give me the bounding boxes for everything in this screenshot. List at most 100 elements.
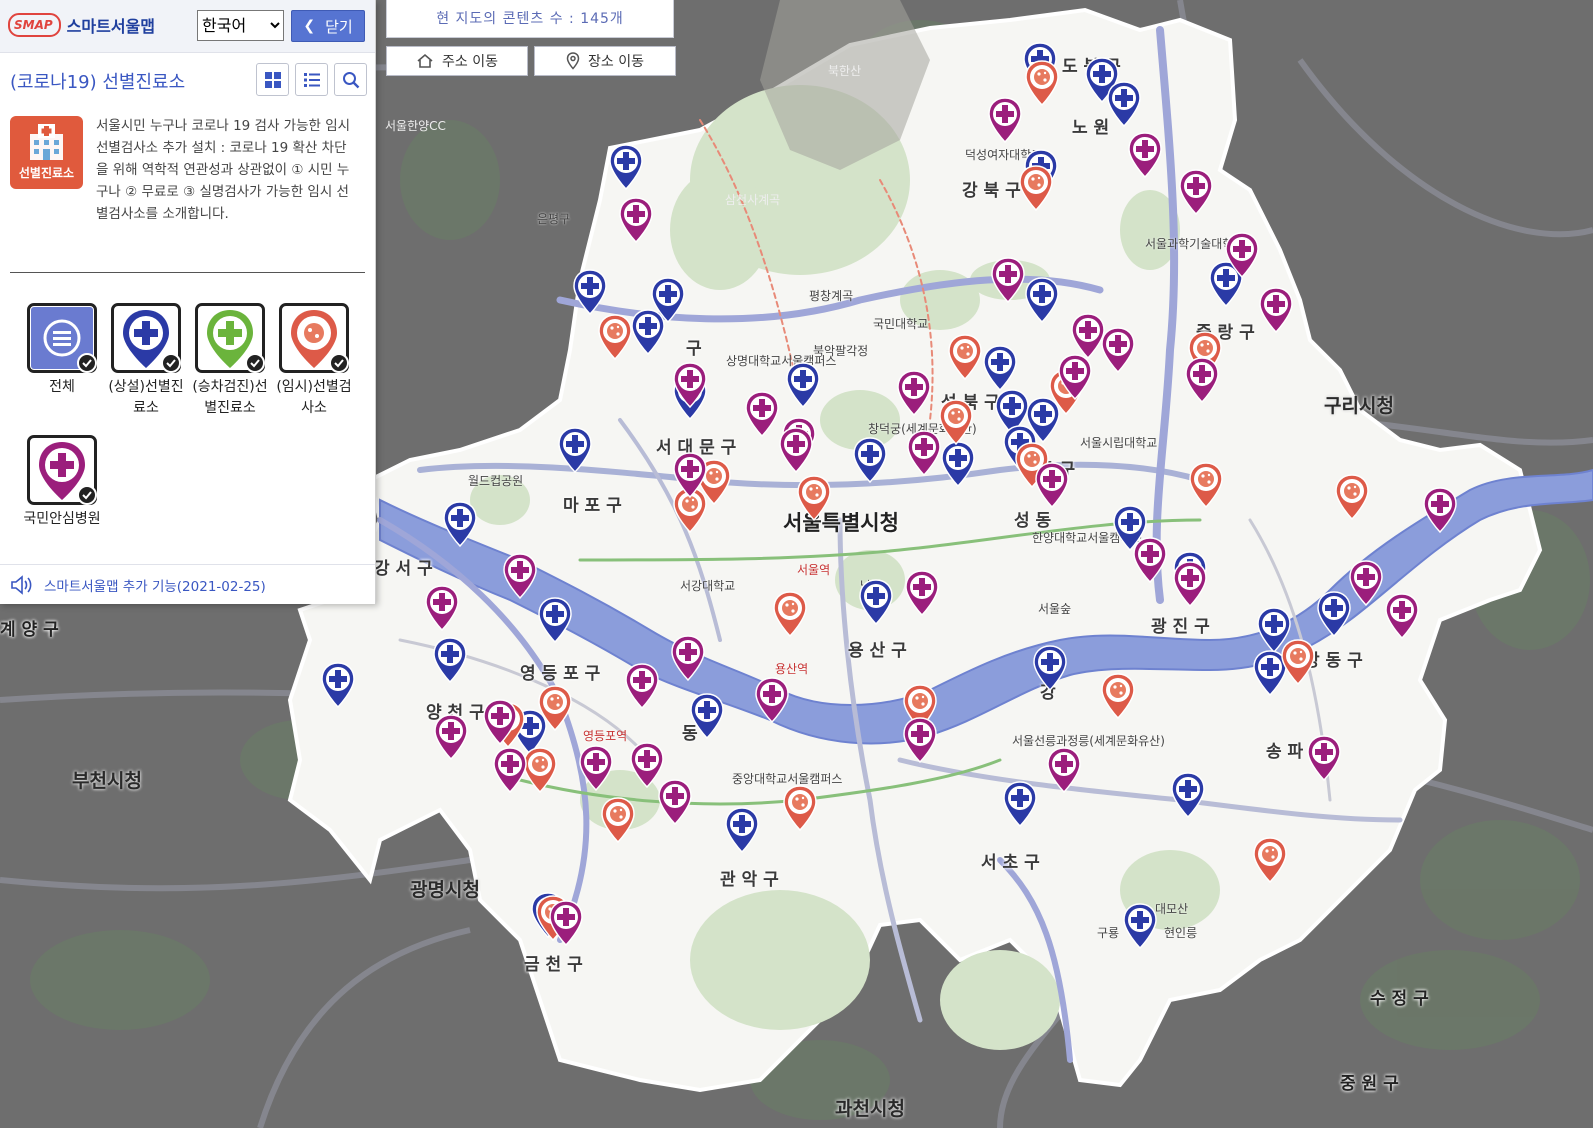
safe-hospital-marker[interactable] bbox=[669, 634, 707, 682]
poi-label: 서울숲 bbox=[1038, 602, 1072, 616]
safe-hospital-marker[interactable] bbox=[1177, 168, 1215, 216]
temp-testing-site-marker[interactable] bbox=[536, 684, 574, 732]
clinic-marker[interactable] bbox=[1121, 902, 1159, 950]
safe-hospital-marker[interactable] bbox=[481, 698, 519, 746]
safe-hospital-marker[interactable] bbox=[1257, 286, 1295, 334]
temp-testing-site-marker[interactable] bbox=[596, 313, 634, 361]
check-icon bbox=[161, 353, 181, 373]
temp-testing-site-marker[interactable] bbox=[1251, 836, 1289, 884]
safe-hospital-marker[interactable] bbox=[777, 426, 815, 474]
safe-hospital-marker[interactable] bbox=[901, 716, 939, 764]
clinic-marker[interactable] bbox=[688, 692, 726, 740]
temp-testing-site-marker[interactable] bbox=[771, 590, 809, 638]
safe-hospital-marker[interactable] bbox=[617, 196, 655, 244]
safe-hospital-marker[interactable] bbox=[1223, 231, 1261, 279]
chevron-left-icon: ❮ bbox=[303, 18, 316, 34]
safe-hospital-marker[interactable] bbox=[577, 744, 615, 792]
temp-testing-site-marker[interactable] bbox=[599, 796, 637, 844]
clinic-marker[interactable] bbox=[1105, 80, 1143, 128]
safe-hospital-marker[interactable] bbox=[753, 676, 791, 724]
clinic-marker[interactable] bbox=[629, 308, 667, 356]
temp-testing-site-marker[interactable] bbox=[1023, 59, 1061, 107]
clinic-marker[interactable] bbox=[431, 636, 469, 684]
safe-hospital-marker[interactable] bbox=[1033, 461, 1071, 509]
category-icon-label: 선별진료소 bbox=[18, 166, 75, 180]
safe-hospital-marker[interactable] bbox=[1099, 326, 1137, 374]
clinic-marker[interactable] bbox=[571, 268, 609, 316]
clinic-marker[interactable] bbox=[1023, 276, 1061, 324]
clinic-marker[interactable] bbox=[723, 806, 761, 854]
filter-temp-testing-site[interactable]: (임시)선별검사소 bbox=[274, 303, 354, 419]
language-select[interactable]: 한국어 bbox=[197, 10, 284, 41]
clinic-marker[interactable] bbox=[784, 361, 822, 409]
safe-hospital-marker[interactable] bbox=[1421, 486, 1459, 534]
filter-all-icon bbox=[27, 303, 97, 373]
safe-hospital-marker[interactable] bbox=[671, 361, 709, 409]
clinic-marker[interactable] bbox=[1031, 644, 1069, 692]
clinic-marker[interactable] bbox=[556, 426, 594, 474]
poi-label: 삼천사계곡 bbox=[725, 193, 781, 207]
city-label: 구리시청 bbox=[1324, 395, 1394, 417]
safe-hospital-marker[interactable] bbox=[547, 899, 585, 947]
filter-drive-through-clinic[interactable]: (승차검진)선별진료소 bbox=[190, 303, 270, 419]
safe-hospital-marker[interactable] bbox=[1056, 353, 1094, 401]
home-icon bbox=[417, 53, 433, 68]
grid-view-button[interactable] bbox=[256, 63, 289, 96]
list-view-button[interactable] bbox=[295, 63, 328, 96]
safe-hospital-marker[interactable] bbox=[491, 746, 529, 794]
notice-bar[interactable]: 스마트서울맵 추가 기능(2021-02-25) bbox=[0, 564, 375, 604]
clinic-marker[interactable] bbox=[981, 344, 1019, 392]
temp-testing-site-marker[interactable] bbox=[1333, 473, 1371, 521]
filter-safe-hospital-icon bbox=[27, 435, 97, 505]
clinic-marker[interactable] bbox=[1169, 771, 1207, 819]
temp-testing-site-marker[interactable] bbox=[1187, 461, 1225, 509]
clinic-marker[interactable] bbox=[939, 440, 977, 488]
clinic-marker[interactable] bbox=[851, 436, 889, 484]
safe-hospital-marker[interactable] bbox=[1347, 559, 1385, 607]
safe-hospital-marker[interactable] bbox=[1171, 560, 1209, 608]
safe-hospital-marker[interactable] bbox=[432, 713, 470, 761]
clinic-marker[interactable] bbox=[319, 661, 357, 709]
app-name: 스마트서울맵 bbox=[66, 17, 155, 36]
safe-hospital-marker[interactable] bbox=[903, 569, 941, 617]
safe-hospital-marker[interactable] bbox=[671, 451, 709, 499]
safe-hospital-marker[interactable] bbox=[1045, 746, 1083, 794]
temp-testing-site-marker[interactable] bbox=[1099, 672, 1137, 720]
poi-label: 평창계곡 bbox=[809, 289, 854, 303]
temp-testing-site-marker[interactable] bbox=[795, 474, 833, 522]
safe-hospital-marker[interactable] bbox=[905, 429, 943, 477]
temp-testing-site-marker[interactable] bbox=[1279, 638, 1317, 686]
app-logo[interactable]: SMAP 스마트서울맵 bbox=[8, 13, 155, 37]
filter-all[interactable]: 전체 bbox=[22, 303, 102, 398]
safe-hospital-marker[interactable] bbox=[1131, 536, 1169, 584]
filter-safe-hospital[interactable]: 국민안심병원 bbox=[22, 435, 102, 530]
clinic-marker[interactable] bbox=[1001, 780, 1039, 828]
address-move-button[interactable]: 주소 이동 bbox=[386, 46, 528, 76]
clinic-marker[interactable] bbox=[607, 143, 645, 191]
safe-hospital-marker[interactable] bbox=[895, 369, 933, 417]
clinic-marker[interactable] bbox=[536, 596, 574, 644]
filter-permanent-clinic[interactable]: (상설)선별진료소 bbox=[106, 303, 186, 419]
safe-hospital-marker[interactable] bbox=[1183, 356, 1221, 404]
district-label: 성 동 bbox=[1014, 511, 1052, 531]
place-move-button[interactable]: 장소 이동 bbox=[534, 46, 676, 76]
safe-hospital-marker[interactable] bbox=[623, 662, 661, 710]
safe-hospital-marker[interactable] bbox=[989, 256, 1027, 304]
temp-testing-site-marker[interactable] bbox=[1017, 164, 1055, 212]
close-button[interactable]: ❮ 닫기 bbox=[291, 10, 365, 42]
safe-hospital-marker[interactable] bbox=[423, 584, 461, 632]
temp-testing-site-marker[interactable] bbox=[946, 333, 984, 381]
safe-hospital-marker[interactable] bbox=[986, 96, 1024, 144]
safe-hospital-marker[interactable] bbox=[501, 552, 539, 600]
temp-testing-site-marker[interactable] bbox=[781, 784, 819, 832]
clinic-marker[interactable] bbox=[441, 500, 479, 548]
safe-hospital-marker[interactable] bbox=[1383, 592, 1421, 640]
safe-hospital-marker[interactable] bbox=[1126, 131, 1164, 179]
safe-hospital-marker[interactable] bbox=[656, 778, 694, 826]
search-button[interactable] bbox=[334, 63, 367, 96]
safe-hospital-marker[interactable] bbox=[743, 390, 781, 438]
check-icon bbox=[77, 485, 97, 505]
clinic-marker[interactable] bbox=[857, 578, 895, 626]
city-label: 부천시청 bbox=[72, 770, 142, 792]
safe-hospital-marker[interactable] bbox=[1305, 734, 1343, 782]
